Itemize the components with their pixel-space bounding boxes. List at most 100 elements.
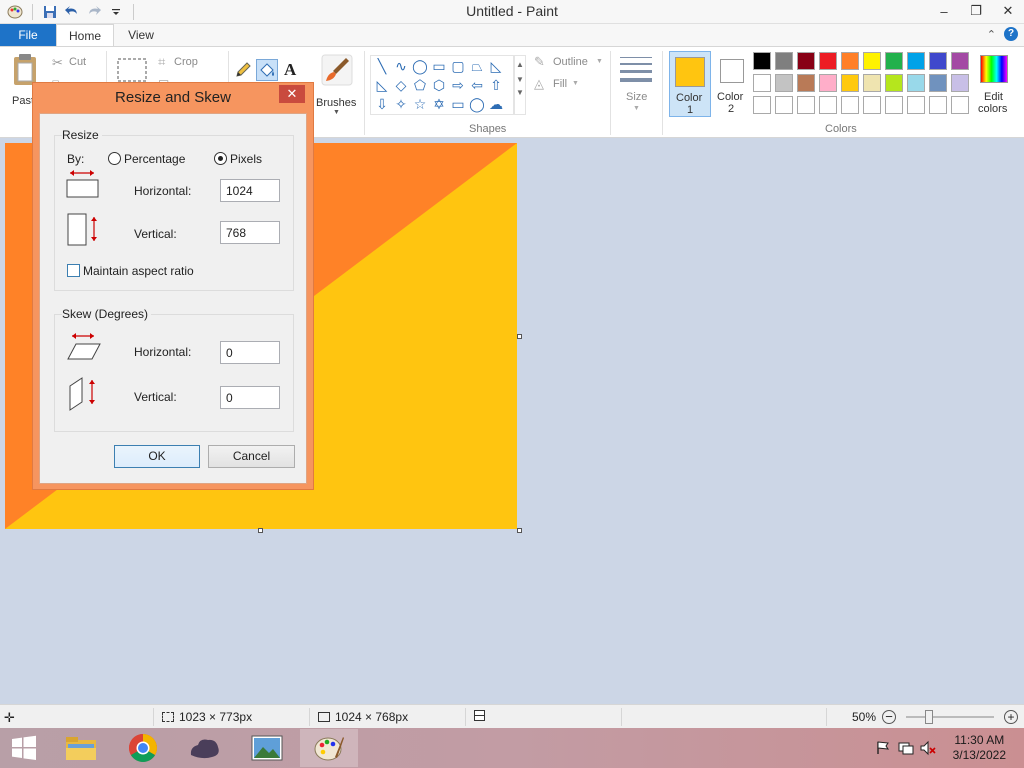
palette-swatch[interactable]: [885, 74, 903, 92]
edit-colors-button[interactable]: Edit colors: [976, 53, 1016, 119]
color2-button[interactable]: Color 2: [713, 51, 751, 117]
network-icon[interactable]: [898, 740, 914, 756]
help-icon[interactable]: ?: [1004, 27, 1018, 41]
brushes-button[interactable]: Brushes ▼: [316, 53, 360, 116]
dialog-close-button[interactable]: ✕: [279, 85, 305, 103]
palette-swatch[interactable]: [797, 52, 815, 70]
palette-swatch[interactable]: [819, 52, 837, 70]
five-point-star-shape-icon[interactable]: ☆: [411, 96, 429, 112]
shapes-scroll[interactable]: ▲ ▼ ▼: [514, 55, 526, 115]
taskbar-file-explorer[interactable]: [52, 729, 110, 767]
right-arrow-shape-icon[interactable]: ⇨: [449, 77, 467, 93]
outline-button[interactable]: ✎ Outline ▼: [534, 54, 604, 71]
palette-swatch[interactable]: [819, 96, 837, 114]
palette-swatch[interactable]: [929, 52, 947, 70]
zoom-slider-track[interactable]: [906, 716, 994, 718]
palette-swatch[interactable]: [885, 96, 903, 114]
action-center-flag-icon[interactable]: [876, 741, 890, 755]
palette-swatch[interactable]: [775, 96, 793, 114]
curve-shape-icon[interactable]: ∿: [392, 58, 410, 74]
palette-swatch[interactable]: [797, 96, 815, 114]
palette-swatch[interactable]: [819, 74, 837, 92]
fill-tool[interactable]: [256, 59, 278, 81]
cancel-button[interactable]: Cancel: [208, 445, 295, 468]
down-arrow-shape-icon[interactable]: ⇩: [373, 96, 391, 112]
palette-swatch[interactable]: [753, 96, 771, 114]
text-tool[interactable]: A: [284, 60, 300, 80]
pentagon-shape-icon[interactable]: ⬠: [411, 77, 429, 93]
volume-muted-icon[interactable]: [920, 740, 936, 756]
polygon-shape-icon[interactable]: ⏢: [468, 58, 486, 74]
clock[interactable]: 11:30 AM 3/13/2022: [953, 733, 1006, 763]
rounded-rectangle-shape-icon[interactable]: ▢: [449, 58, 467, 74]
palette-swatch[interactable]: [907, 52, 925, 70]
palette-swatch[interactable]: [841, 96, 859, 114]
pixels-label[interactable]: Pixels: [230, 152, 262, 166]
tab-file[interactable]: File: [0, 24, 56, 46]
skew-vertical-input[interactable]: 0: [220, 386, 280, 409]
palette-swatch[interactable]: [863, 74, 881, 92]
pencil-tool[interactable]: [234, 61, 252, 79]
ribbon-collapse-chevron-icon[interactable]: ⌃: [987, 28, 996, 41]
tab-home[interactable]: Home: [56, 24, 114, 46]
taskbar-chrome[interactable]: [114, 729, 172, 767]
shapes-more-icon[interactable]: ▼: [515, 88, 525, 97]
palette-swatch[interactable]: [753, 52, 771, 70]
canvas-resize-handle-bottom[interactable]: [258, 528, 263, 533]
zoom-in-button[interactable]: +: [1004, 710, 1018, 724]
line-shape-icon[interactable]: ╲: [373, 58, 391, 74]
palette-swatch[interactable]: [951, 96, 969, 114]
canvas-resize-handle-corner[interactable]: [517, 528, 522, 533]
four-point-star-shape-icon[interactable]: ✧: [392, 96, 410, 112]
palette-swatch[interactable]: [775, 52, 793, 70]
palette-swatch[interactable]: [775, 74, 793, 92]
percentage-radio[interactable]: [108, 152, 121, 165]
shapes-scroll-up-icon[interactable]: ▲: [515, 60, 525, 69]
palette-swatch[interactable]: [929, 96, 947, 114]
minimize-button[interactable]: –: [928, 0, 960, 22]
rounded-callout-shape-icon[interactable]: ▭: [449, 96, 467, 112]
up-arrow-shape-icon[interactable]: ⇧: [487, 77, 505, 93]
palette-swatch[interactable]: [753, 74, 771, 92]
palette-swatch[interactable]: [863, 52, 881, 70]
left-arrow-shape-icon[interactable]: ⇦: [468, 77, 486, 93]
resize-vertical-input[interactable]: 768: [220, 221, 280, 244]
cloud-callout-shape-icon[interactable]: ☁: [487, 96, 505, 112]
diamond-shape-icon[interactable]: ◇: [392, 77, 410, 93]
palette-swatch[interactable]: [951, 52, 969, 70]
color1-button[interactable]: Color 1: [669, 51, 711, 117]
shapes-scroll-down-icon[interactable]: ▼: [515, 75, 525, 84]
pixels-radio[interactable]: [214, 152, 227, 165]
six-point-star-shape-icon[interactable]: ✡: [430, 96, 448, 112]
crop-button[interactable]: ⌗ Crop: [158, 54, 208, 71]
select-button[interactable]: [116, 57, 148, 85]
zoom-out-button[interactable]: −: [882, 710, 896, 724]
oval-callout-shape-icon[interactable]: ◯: [468, 96, 486, 112]
palette-swatch[interactable]: [841, 52, 859, 70]
tab-view[interactable]: View: [114, 24, 168, 46]
fill-button[interactable]: ◬ Fill ▼: [534, 76, 584, 93]
triangle-shape-icon[interactable]: ◺: [487, 58, 505, 74]
close-button[interactable]: ✕: [992, 0, 1024, 22]
palette-swatch[interactable]: [885, 52, 903, 70]
maintain-aspect-checkbox[interactable]: [67, 264, 80, 277]
percentage-label[interactable]: Percentage: [124, 152, 185, 166]
cut-button[interactable]: ✂ Cut: [52, 55, 98, 71]
taskbar-paint[interactable]: [300, 729, 358, 767]
palette-swatch[interactable]: [797, 74, 815, 92]
palette-swatch[interactable]: [863, 96, 881, 114]
resize-horizontal-input[interactable]: 1024: [220, 179, 280, 202]
palette-swatch[interactable]: [929, 74, 947, 92]
skew-horizontal-input[interactable]: 0: [220, 341, 280, 364]
maintain-aspect-label[interactable]: Maintain aspect ratio: [83, 264, 194, 278]
hexagon-shape-icon[interactable]: ⬡: [430, 77, 448, 93]
palette-swatch[interactable]: [951, 74, 969, 92]
palette-swatch[interactable]: [907, 96, 925, 114]
start-button[interactable]: [0, 729, 48, 767]
oval-shape-icon[interactable]: ◯: [411, 58, 429, 74]
maximize-button[interactable]: ❐: [960, 0, 992, 22]
rectangle-shape-icon[interactable]: ▭: [430, 58, 448, 74]
taskbar-app-dark[interactable]: [176, 729, 234, 767]
zoom-slider-thumb[interactable]: [925, 710, 933, 724]
right-triangle-shape-icon[interactable]: ◺: [373, 77, 391, 93]
